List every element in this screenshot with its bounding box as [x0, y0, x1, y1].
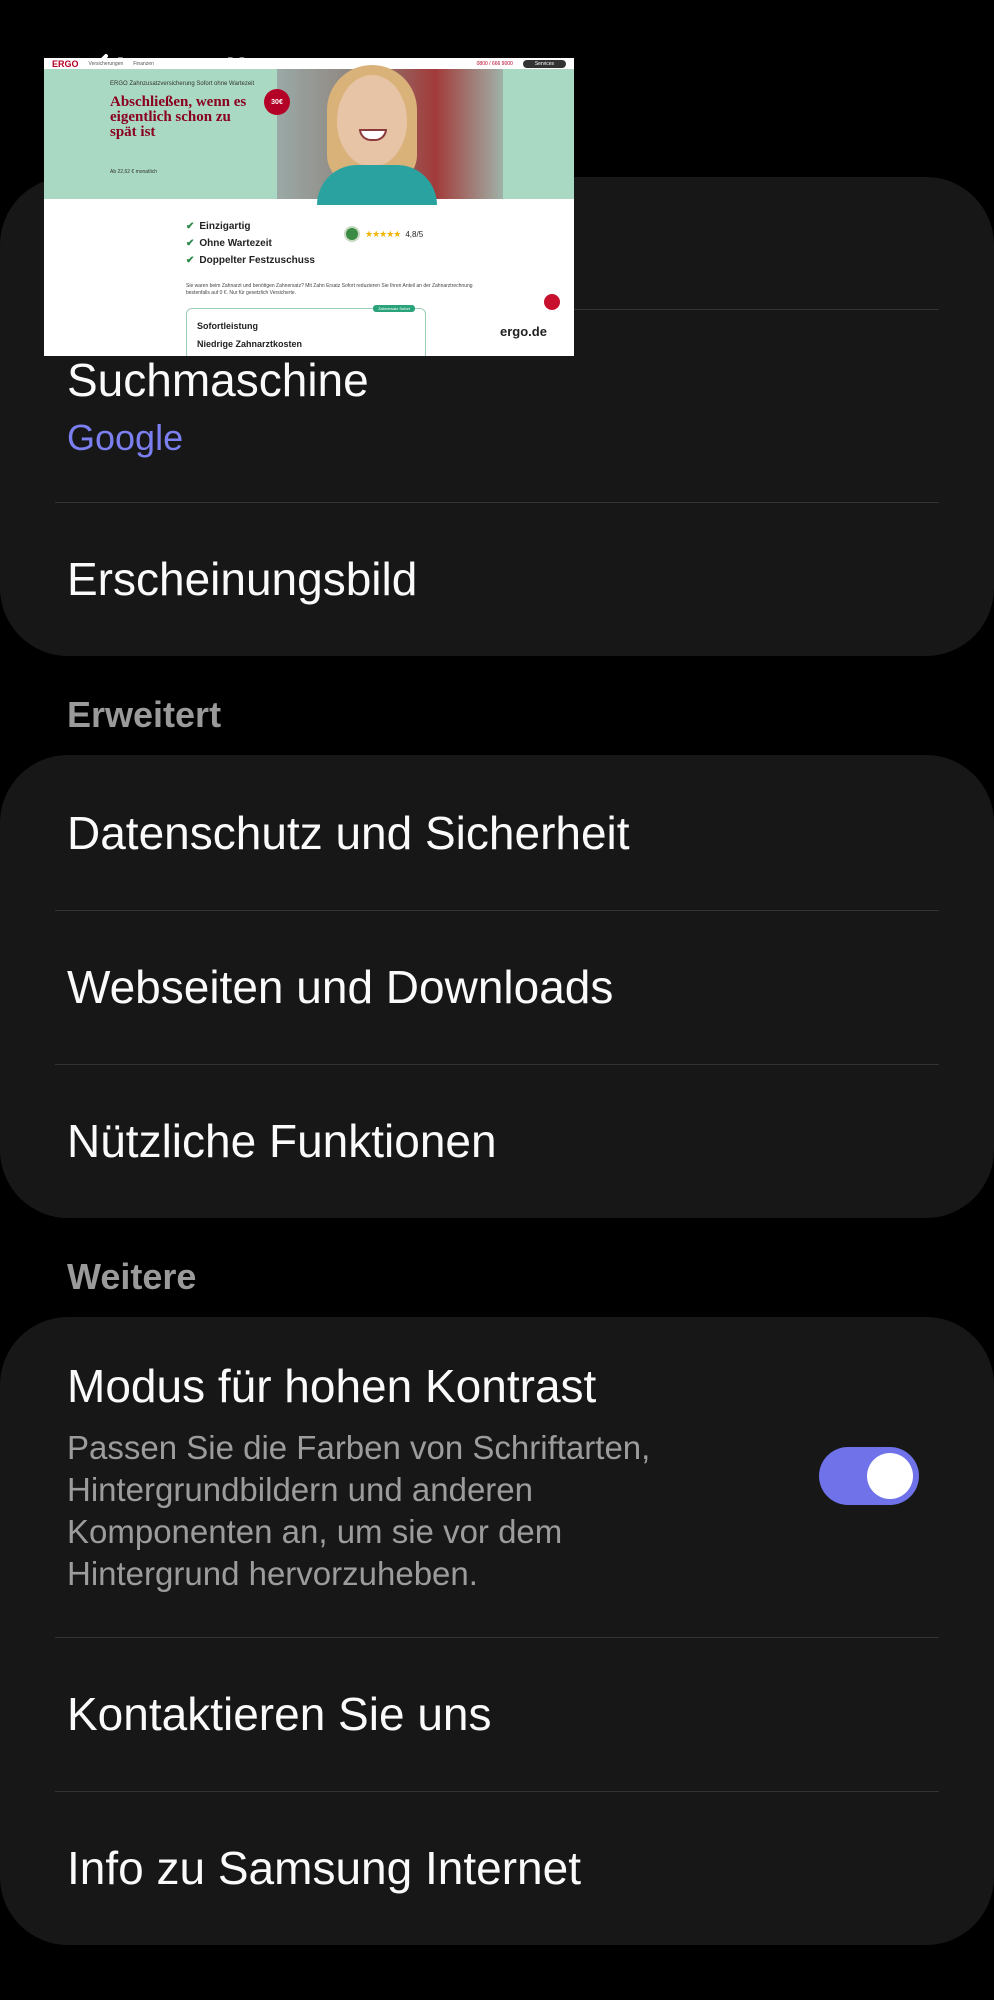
- search-engine-value: Google: [67, 416, 184, 458]
- thumbnail-domain: ergo.de: [500, 324, 547, 339]
- about-row[interactable]: Info zu Samsung Internet: [0, 1791, 994, 1945]
- useful-features-row[interactable]: Nützliche Funktionen: [0, 1064, 994, 1218]
- rating-seal-icon: [344, 226, 360, 242]
- privacy-security-label: Datenschutz und Sicherheit: [67, 806, 630, 859]
- thumbnail-nav-link: Versicherungen: [88, 60, 124, 67]
- appearance-row[interactable]: Erscheinungsbild: [0, 502, 994, 656]
- rating-stars-icon: ★★★★★: [365, 228, 401, 239]
- more-settings-card: Modus für hohen Kontrast Passen Sie die …: [0, 1317, 994, 1945]
- about-label: Info zu Samsung Internet: [67, 1842, 581, 1894]
- thumbnail-navbar: ERGO Versicherungen Finanzen 0800 / 666 …: [44, 58, 574, 69]
- high-contrast-toggle[interactable]: [819, 1447, 919, 1505]
- thumbnail-checklist: ✔ Einzigartig ✔ Ohne Wartezeit ✔ Doppelter …: [186, 218, 315, 269]
- rating-value: 4,8/5: [405, 229, 424, 239]
- toggle-knob: [867, 1453, 913, 1499]
- thumbnail-body-text: Sie waren beim Zahnarzt und benötigen Za…: [186, 283, 473, 296]
- thumbnail-price-badge: 30€: [264, 89, 290, 115]
- check-icon: ✔: [186, 255, 195, 266]
- thumbnail-rating: ★★★★★ 4,8/5: [344, 226, 423, 242]
- section-header-advanced: Erweitert: [67, 694, 222, 735]
- checklist-label: Doppelter Festzuschuss: [199, 255, 315, 266]
- sites-downloads-label: Webseiten und Downloads: [67, 961, 614, 1013]
- checklist-item: ✔ Doppelter Festzuschuss: [186, 252, 315, 269]
- sites-downloads-row[interactable]: Webseiten und Downloads: [0, 910, 994, 1064]
- feature-box-item: Niedrige Zahnarztkosten: [197, 339, 303, 349]
- feature-box-tag: Zahnersatz Sofort: [373, 305, 415, 312]
- thumbnail-kicker: ERGO Zahnzusatzversicherung Sofort ohne …: [110, 81, 255, 87]
- high-contrast-description: Passen Sie die Farben von Schriftarten, …: [67, 1429, 651, 1592]
- feature-box-item: Sofortleistung: [197, 321, 258, 331]
- contact-label: Kontaktieren Sie uns: [67, 1688, 492, 1740]
- high-contrast-title: Modus für hohen Kontrast: [67, 1360, 597, 1412]
- thumbnail-hero-photo: [277, 65, 503, 205]
- check-icon: ✔: [186, 238, 195, 249]
- thumbnail-headline: Abschließen, wenn es eigentlich schon zu…: [110, 94, 247, 140]
- high-contrast-row[interactable]: Modus für hohen Kontrast Passen Sie die …: [0, 1317, 994, 1637]
- ergo-logo: ERGO: [52, 58, 79, 69]
- thumbnail-phone: 0800 / 666 9000: [476, 60, 513, 67]
- webpage-preview-thumbnail[interactable]: ERGO Versicherungen Finanzen 0800 / 666 …: [44, 58, 574, 356]
- privacy-security-row[interactable]: Datenschutz und Sicherheit: [0, 755, 994, 910]
- thumbnail-services-button: Services: [522, 59, 566, 68]
- check-icon: ✔: [186, 221, 195, 232]
- section-header-more: Weitere: [67, 1256, 197, 1297]
- checklist-item: ✔ Einzigartig: [186, 218, 315, 235]
- thumbnail-price: Ab 22,62 € monatlich: [110, 169, 157, 175]
- checklist-label: Einzigartig: [199, 221, 251, 232]
- thumbnail-nav-link: Finanzen: [133, 60, 154, 67]
- checklist-label: Ohne Wartezeit: [199, 238, 272, 249]
- contact-row[interactable]: Kontaktieren Sie uns: [0, 1637, 994, 1791]
- search-engine-label: Suchmaschine: [67, 353, 369, 406]
- chat-bubble-icon: [544, 294, 560, 310]
- checklist-item: ✔ Ohne Wartezeit: [186, 235, 315, 252]
- useful-features-label: Nützliche Funktionen: [67, 1115, 497, 1167]
- thumbnail-hero: ERGO Zahnzusatzversicherung Sofort ohne …: [44, 65, 574, 205]
- photo-face: [337, 75, 407, 167]
- thumbnail-feature-box: Zahnersatz Sofort Sofortleistung Niedrig…: [186, 305, 426, 356]
- photo-shirt: [317, 165, 437, 205]
- appearance-label: Erscheinungsbild: [67, 553, 418, 605]
- advanced-settings-card: Datenschutz und Sicherheit Webseiten und…: [0, 755, 994, 1218]
